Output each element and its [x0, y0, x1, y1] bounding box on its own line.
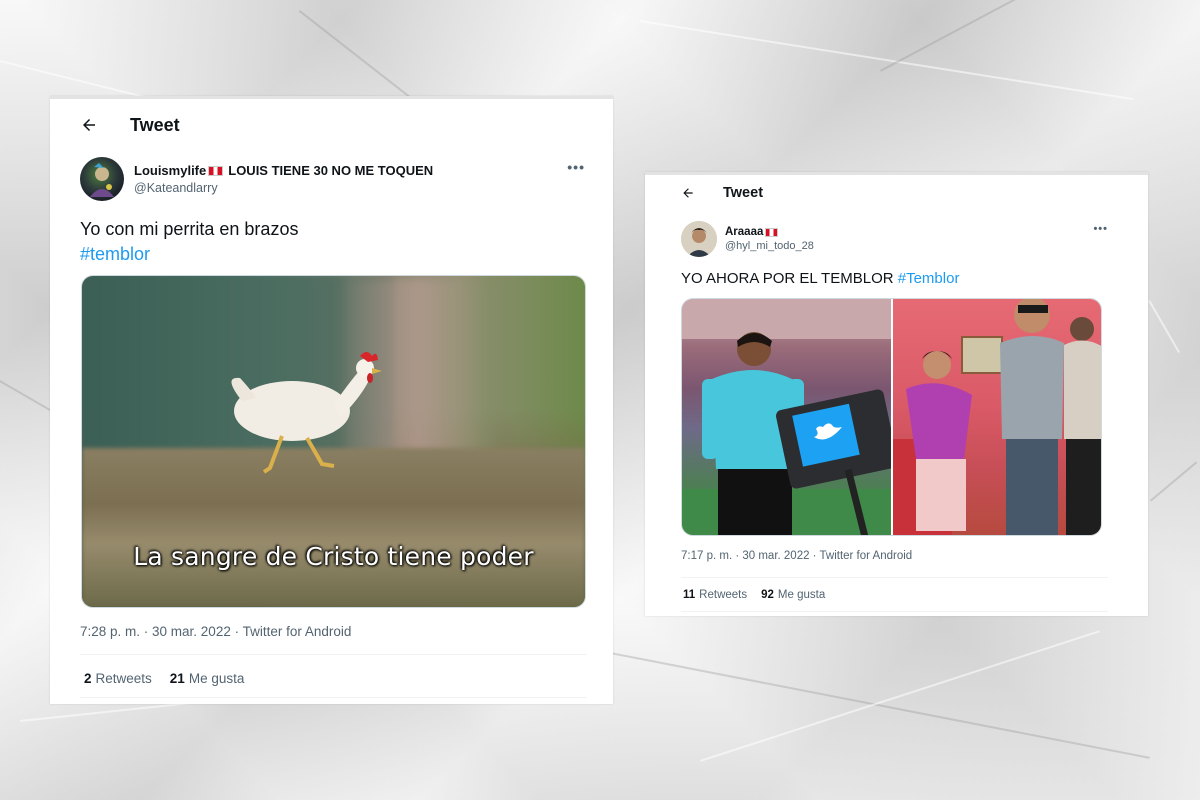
chicken-illustration: [231, 352, 382, 474]
tweet-card-1: Tweet Louismylife LOUIS TIENE 30 NO ME T…: [50, 96, 613, 704]
arrow-left-icon[interactable]: [80, 116, 98, 134]
comedy-show-photo: [891, 299, 1101, 535]
tweet-header: Tweet: [681, 183, 763, 203]
user-handle[interactable]: @hyl_mi_todo_28: [725, 240, 814, 252]
retweets-stat[interactable]: 11 Retweets: [683, 589, 747, 601]
more-horizontal-icon[interactable]: •••: [567, 159, 585, 175]
tweet-text: YO AHORA POR EL TEMBLOR #Temblor: [681, 270, 960, 287]
tweet-media-image[interactable]: [681, 298, 1102, 536]
avatar[interactable]: [80, 157, 124, 201]
more-horizontal-icon[interactable]: •••: [1093, 223, 1108, 235]
tweet-media-image[interactable]: La sangre de Cristo tiene poder: [81, 275, 586, 608]
tweet-header: Tweet: [80, 113, 180, 137]
likes-stat[interactable]: 92 Me gusta: [761, 589, 825, 601]
tweet-card-2: Tweet Araaaa @hyl_mi_todo_28 ••• YO AHOR…: [645, 172, 1148, 616]
header-title: Tweet: [723, 185, 764, 201]
user-row: Louismylife LOUIS TIENE 30 NO ME TOQUEN …: [80, 157, 433, 201]
retweets-stat[interactable]: 2 Retweets: [84, 671, 152, 686]
divider: [80, 697, 587, 698]
tweet-timestamp[interactable]: 7:28 p. m. · 30 mar. 2022 · Twitter for …: [80, 624, 351, 639]
peru-flag-icon: [765, 227, 779, 237]
tweet-stats: 2 Retweets 21 Me gusta: [84, 671, 244, 686]
display-name[interactable]: Araaaa: [725, 226, 814, 238]
display-name[interactable]: Louismylife LOUIS TIENE 30 NO ME TOQUEN: [134, 163, 433, 178]
divider: [681, 611, 1108, 612]
user-row: Araaaa @hyl_mi_todo_28: [681, 221, 814, 257]
likes-stat[interactable]: 21 Me gusta: [170, 671, 245, 686]
user-handle[interactable]: @Kateandlarry: [134, 181, 433, 195]
referee-photo: [682, 299, 892, 535]
hashtag-link[interactable]: #Temblor: [898, 270, 960, 287]
arrow-left-icon[interactable]: [681, 186, 695, 200]
image-caption: La sangre de Cristo tiene poder: [133, 542, 534, 571]
hashtag-link[interactable]: #temblor: [80, 242, 298, 267]
avatar[interactable]: [681, 221, 717, 257]
tweet-text: Yo con mi perrita en brazos #temblor: [80, 217, 298, 267]
header-title: Tweet: [130, 114, 180, 135]
tweet-timestamp[interactable]: 7:17 p. m. · 30 mar. 2022 · Twitter for …: [681, 550, 912, 562]
tweet-stats: 11 Retweets 92 Me gusta: [683, 589, 825, 601]
divider: [80, 654, 587, 655]
divider: [681, 577, 1108, 578]
peru-flag-icon: [208, 165, 224, 176]
